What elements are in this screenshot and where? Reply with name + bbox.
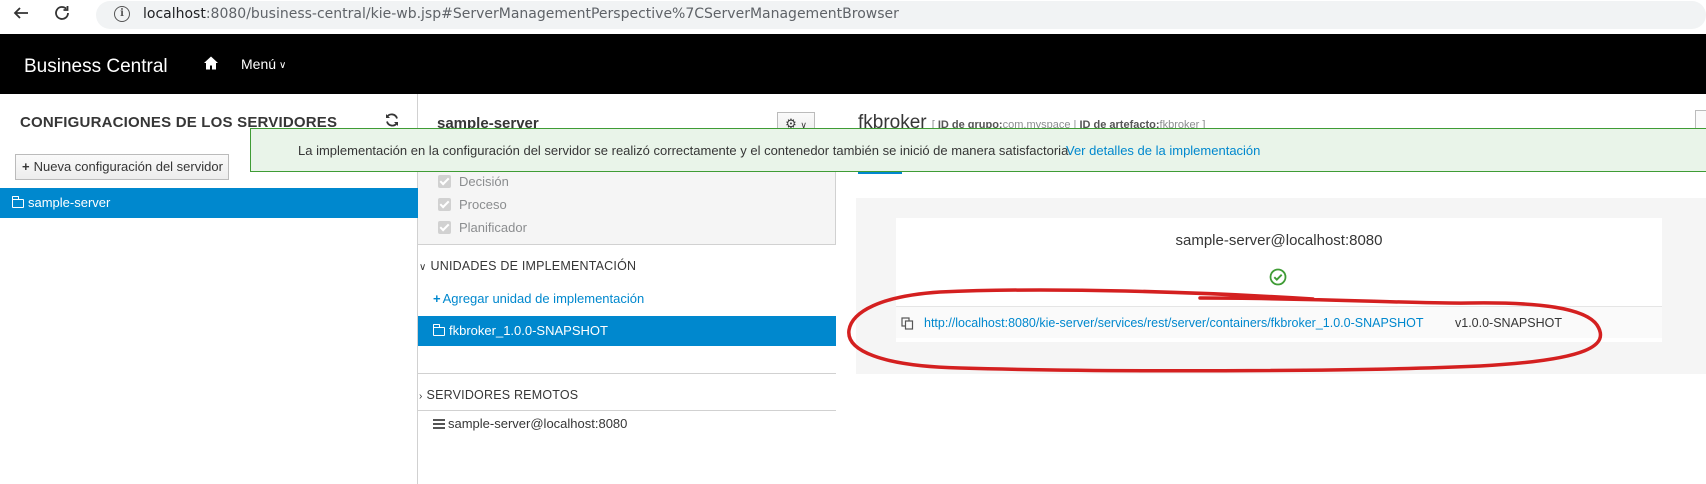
arrow-left-icon[interactable] [10, 4, 32, 26]
capability-checkbox[interactable]: Proceso [438, 197, 507, 212]
active-tab-indicator [858, 172, 902, 174]
copy-icon[interactable] [901, 317, 914, 330]
menu-dropdown[interactable]: Menú ∨ [241, 56, 286, 72]
browser-toolbar: i localhost:8080/business-central/kie-wb… [0, 0, 1706, 30]
folder-icon [11, 196, 24, 208]
plus-icon: + [433, 291, 441, 306]
chevron-down-icon: ∨ [419, 262, 427, 273]
new-server-config-button[interactable]: + Nueva configuración del servidor [15, 154, 229, 180]
reload-icon[interactable] [51, 4, 73, 26]
divider [418, 410, 836, 411]
container-status-area: sample-server@localhost:8080 http://loca… [856, 198, 1706, 374]
deployment-details-link[interactable]: Ver detalles de la implementación [1066, 143, 1260, 158]
success-notification: La implementación en la configuración de… [250, 128, 1706, 172]
folder-icon [432, 324, 445, 336]
app-header: Business Central Menú ∨ [0, 34, 1706, 94]
refresh-icon[interactable] [384, 112, 400, 128]
server-list-item[interactable]: sample-server [0, 188, 418, 218]
remote-server-item[interactable]: sample-server@localhost:8080 [433, 416, 627, 431]
plus-icon: + [22, 159, 30, 174]
site-info-icon[interactable]: i [114, 6, 130, 22]
check-circle-icon [1269, 268, 1287, 286]
server-icon [433, 419, 445, 429]
container-version: v1.0.0-SNAPSHOT [1455, 316, 1562, 330]
add-deployment-unit-link[interactable]: + Agregar unidad de implementación [433, 291, 644, 306]
chevron-down-icon: ∨ [279, 60, 287, 71]
container-url-link[interactable]: http://localhost:8080/kie-server/service… [924, 316, 1424, 330]
capability-checkbox[interactable]: Decisión [438, 174, 509, 189]
checkbox-checked-icon [438, 221, 451, 234]
remote-servers-section: › SERVIDORES REMOTOS sample-server@localh… [418, 374, 836, 484]
chevron-right-icon: › [419, 391, 423, 402]
deployment-units-header[interactable]: ∨ UNIDADES DE IMPLEMENTACIÓN [419, 259, 636, 273]
checkbox-checked-icon [438, 175, 451, 188]
capability-checkbox[interactable]: Planificador [438, 220, 527, 235]
home-icon[interactable] [203, 55, 219, 71]
notification-message: La implementación en la configuración de… [298, 143, 1072, 158]
checkbox-checked-icon [438, 198, 451, 211]
remote-servers-header[interactable]: › SERVIDORES REMOTOS [419, 388, 578, 402]
container-url-row: http://localhost:8080/kie-server/service… [896, 306, 1662, 338]
url-text[interactable]: localhost:8080/business-central/kie-wb.j… [143, 6, 899, 22]
server-status-card: sample-server@localhost:8080 http://loca… [896, 218, 1662, 342]
deployment-unit-item[interactable]: fkbroker_1.0.0-SNAPSHOT [418, 316, 836, 346]
card-server-name: sample-server@localhost:8080 [1175, 232, 1383, 249]
brand-title[interactable]: Business Central [24, 56, 168, 78]
